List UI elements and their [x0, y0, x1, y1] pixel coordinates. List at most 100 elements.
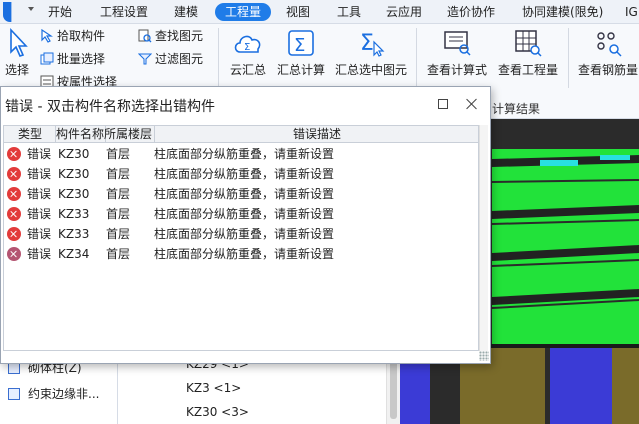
cell-floor: 首层 [106, 147, 131, 161]
error-dialog: 错误 - 双击构件名称选择出错构件 类型 构件名称 所属楼层 错误描述 错误 K… [0, 86, 491, 364]
resize-grip-icon[interactable] [479, 351, 489, 361]
cell-type: 错误 [27, 167, 52, 181]
select-button[interactable]: 选择 [2, 28, 32, 78]
cell-component-name[interactable]: KZ33 [58, 205, 89, 223]
pick-component-label: 拾取构件 [57, 29, 106, 43]
error-icon [7, 227, 21, 241]
tab-ig[interactable]: IG [625, 3, 638, 21]
cloud-summary-label: 云汇总 [229, 63, 266, 77]
summary-selected-button[interactable]: Σ 汇总选中图元 [334, 28, 408, 78]
cell-component-name[interactable]: KZ30 [58, 185, 89, 203]
filter-element-label: 过滤图元 [155, 52, 204, 66]
cell-type: 错误 [27, 247, 52, 261]
error-table-scrollbar[interactable] [479, 125, 488, 351]
error-icon [7, 247, 21, 261]
tab-quantity[interactable]: 工程量 [215, 3, 272, 21]
svg-text:Σ: Σ [360, 31, 374, 56]
cell-error-description: 柱底面部分纵筋重叠，请重新设置 [154, 207, 335, 221]
tab-start[interactable]: 开始 [48, 3, 72, 21]
tab-collab-modeling[interactable]: 协同建模(限免) [522, 3, 603, 21]
column-header-floor[interactable]: 所属楼层 [104, 126, 152, 143]
ribbon-separator [416, 28, 417, 88]
tab-cost-collab[interactable]: 造价协作 [447, 3, 495, 21]
app-logo-icon [0, 0, 22, 24]
column-header-type[interactable]: 类型 [18, 126, 42, 143]
error-icon [7, 187, 21, 201]
cell-error-description: 柱底面部分纵筋重叠，请重新设置 [154, 247, 335, 261]
view-formula-button[interactable]: 查看计算式 [426, 28, 488, 78]
tab-view[interactable]: 视图 [286, 3, 310, 21]
view-rebar-label: 查看钢筋量 [577, 63, 638, 77]
cell-floor: 首层 [106, 207, 131, 221]
cell-error-description: 柱底面部分纵筋重叠，请重新设置 [154, 187, 335, 201]
table-row[interactable]: 错误 KZ30 首层 柱底面部分纵筋重叠，请重新设置 [4, 144, 478, 164]
cell-type: 错误 [27, 227, 52, 241]
find-element-icon [138, 29, 152, 43]
error-table: 类型 构件名称 所属楼层 错误描述 错误 KZ30 首层 柱底面部分纵筋重叠，请… [3, 125, 479, 351]
svg-text:Σ: Σ [294, 35, 305, 56]
summary-calc-button[interactable]: Σ 汇总计算 [275, 28, 327, 78]
constraint-edge-icon [8, 388, 20, 400]
cell-floor: 首层 [106, 167, 131, 181]
menu-bar: 开始 工程设置 建模 工程量 视图 工具 云应用 造价协作 协同建模(限免) I… [0, 0, 639, 24]
view-rebar-button[interactable]: 查看钢筋量 [576, 28, 639, 78]
batch-select-icon [40, 52, 54, 65]
view-formula-label: 查看计算式 [426, 63, 487, 77]
table-header: 类型 构件名称 所属楼层 错误描述 [4, 126, 478, 143]
column-header-component-name[interactable]: 构件名称 [56, 126, 104, 143]
quick-access-dropdown-icon[interactable] [28, 7, 34, 11]
list-item[interactable]: KZ30 <3> [186, 403, 249, 421]
error-icon [7, 167, 21, 181]
find-element-button[interactable]: 查找图元 [138, 27, 203, 45]
column-divider[interactable] [154, 126, 155, 143]
table-row[interactable]: 错误 KZ34 首层 柱底面部分纵筋重叠，请重新设置 [4, 244, 478, 264]
cell-component-name[interactable]: KZ30 [58, 165, 89, 183]
summary-selected-label: 汇总选中图元 [334, 63, 407, 77]
cell-error-description: 柱底面部分纵筋重叠，请重新设置 [154, 227, 335, 241]
sigma-box-icon: Σ [288, 30, 314, 56]
quantity-table-icon [515, 30, 542, 57]
pick-component-button[interactable]: 拾取构件 [40, 27, 105, 45]
view-quantity-label: 查看工程量 [497, 63, 558, 77]
calc-result-group-label: 计算结果 [492, 102, 541, 116]
list-item[interactable]: KZ3 <1> [186, 379, 241, 397]
sigma-pointer-icon: Σ [360, 31, 385, 57]
batch-select-button[interactable]: 批量选择 [40, 50, 105, 68]
error-icon [7, 147, 21, 161]
pick-pointer-icon [41, 29, 53, 43]
table-row[interactable]: 错误 KZ30 首层 柱底面部分纵筋重叠，请重新设置 [4, 164, 478, 184]
column-header-error-description[interactable]: 错误描述 [293, 126, 341, 143]
cell-component-name[interactable]: KZ33 [58, 225, 89, 243]
ribbon-separator [218, 28, 219, 88]
cell-component-name[interactable]: KZ30 [58, 145, 89, 163]
cell-type: 错误 [27, 207, 52, 221]
cloud-summary-button[interactable]: Σ 云汇总 [226, 28, 270, 78]
cell-error-description: 柱底面部分纵筋重叠，请重新设置 [154, 147, 335, 161]
cell-floor: 首层 [106, 187, 131, 201]
table-row[interactable]: 错误 KZ30 首层 柱底面部分纵筋重叠，请重新设置 [4, 184, 478, 204]
select-label: 选择 [4, 63, 29, 77]
error-icon [7, 207, 21, 221]
filter-funnel-icon [138, 53, 152, 65]
filter-element-button[interactable]: 过滤图元 [138, 50, 203, 68]
cursor-arrow-icon [10, 28, 28, 57]
tab-tools[interactable]: 工具 [337, 3, 361, 21]
table-row[interactable]: 错误 KZ33 首层 柱底面部分纵筋重叠，请重新设置 [4, 204, 478, 224]
tab-project-settings[interactable]: 工程设置 [100, 3, 148, 21]
view-quantity-button[interactable]: 查看工程量 [496, 28, 560, 78]
table-row[interactable]: 错误 KZ33 首层 柱底面部分纵筋重叠，请重新设置 [4, 224, 478, 244]
maximize-icon [438, 99, 448, 109]
cloud-sigma-icon: Σ [234, 35, 261, 53]
summary-calc-label: 汇总计算 [276, 63, 325, 77]
find-element-label: 查找图元 [155, 29, 204, 43]
cell-floor: 首层 [106, 227, 131, 241]
list-item[interactable]: 约束边缘非... [8, 385, 99, 403]
tab-modeling[interactable]: 建模 [174, 3, 198, 21]
cell-floor: 首层 [106, 247, 131, 261]
tab-cloud[interactable]: 云应用 [386, 3, 422, 21]
close-button[interactable] [462, 94, 482, 114]
dialog-title-bar[interactable]: 错误 - 双击构件名称选择出错构件 [1, 87, 490, 121]
cell-component-name[interactable]: KZ34 [58, 245, 89, 263]
ribbon-separator [568, 28, 569, 88]
maximize-button[interactable] [433, 94, 453, 114]
